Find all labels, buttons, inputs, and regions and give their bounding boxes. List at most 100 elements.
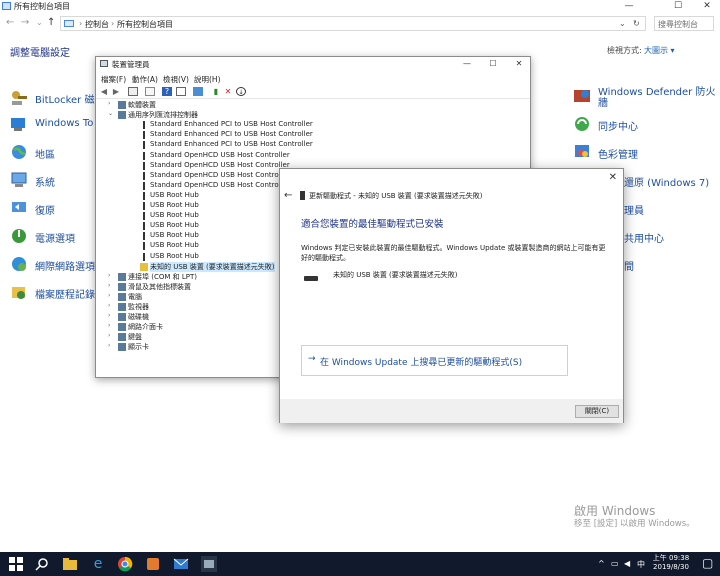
breadcrumb-all-items[interactable]: 所有控制台項目 xyxy=(117,19,173,30)
forward-arrow-icon[interactable]: → xyxy=(21,17,29,28)
usb-device-icon xyxy=(300,191,305,200)
device-manager-titlebar: 裝置管理員 — ☐ ✕ xyxy=(96,57,530,71)
mail-icon[interactable] xyxy=(173,556,189,572)
usb-icon xyxy=(140,232,148,241)
properties-icon[interactable] xyxy=(128,87,138,96)
ime-icon[interactable]: 中 xyxy=(637,559,645,570)
firewall-icon xyxy=(574,90,590,102)
forward-icon[interactable]: ▶ xyxy=(111,87,121,96)
tree-item-label: Standard OpenHCD USB Host Controller xyxy=(150,150,290,159)
search-input[interactable]: 搜尋控制台 xyxy=(654,16,714,31)
back-icon[interactable]: ◀ xyxy=(99,87,109,96)
tree-expander-icon[interactable]: › xyxy=(108,312,116,319)
tree-item-label: 通用序列匯流排控制器 xyxy=(128,111,198,120)
menu-bar: 檔案(F) 動作(A) 檢視(V) 說明(H) xyxy=(96,73,530,85)
address-bar-row: ← → ⌄ ↑ › 控制台 › 所有控制台項目 ⌄ ↻ 搜尋控制台 xyxy=(0,13,720,33)
dialog-header: 更新驅動程式 - 未知的 USB 裝置 (要求裝置描述元失敗) xyxy=(309,192,483,200)
app-icon[interactable] xyxy=(145,556,161,572)
dm-maximize-button[interactable]: ☐ xyxy=(480,57,506,70)
menu-action[interactable]: 動作(A) xyxy=(132,74,158,85)
device-manager-taskbar-icon[interactable] xyxy=(201,556,217,572)
tree-item-label: 滑鼠及其他指標裝置 xyxy=(128,282,191,291)
close-button[interactable]: 關閉(C) xyxy=(575,405,619,418)
usb-icon xyxy=(140,262,148,271)
search-icon[interactable] xyxy=(34,556,50,572)
tree-item-label: 連接埠 (COM 和 LPT) xyxy=(128,272,197,281)
clock[interactable]: 上午 09:38 2019/8/30 xyxy=(651,554,691,572)
recent-chevron-icon[interactable]: ⌄ xyxy=(36,18,43,27)
usb-icon xyxy=(140,242,148,251)
tree-expander-icon[interactable]: › xyxy=(108,332,116,339)
file-explorer-icon[interactable] xyxy=(62,556,78,572)
control-panel-icon xyxy=(2,2,11,10)
recovery-icon xyxy=(12,202,26,212)
address-dropdown-icon[interactable]: ⌄ xyxy=(619,19,626,28)
menu-file[interactable]: 檔案(F) xyxy=(101,74,126,85)
view-by-label: 檢視方式: xyxy=(607,46,642,55)
breadcrumb-control-panel[interactable]: 控制台 xyxy=(85,19,109,30)
dialog-back-arrow-icon[interactable]: ← xyxy=(284,190,292,201)
usb-icon xyxy=(140,252,148,261)
dialog-close-icon[interactable]: ✕ xyxy=(609,172,617,183)
usb-icon xyxy=(140,222,148,231)
refresh-icon[interactable]: ↻ xyxy=(633,19,640,28)
tree-expander-icon[interactable]: › xyxy=(108,282,116,289)
dm-minimize-button[interactable]: — xyxy=(454,57,480,70)
address-box[interactable]: › 控制台 › 所有控制台項目 ⌄ ↻ xyxy=(60,16,646,31)
update-driver-icon[interactable] xyxy=(176,87,186,96)
device-manager-title: 裝置管理員 xyxy=(112,60,150,69)
back-arrow-icon[interactable]: ← xyxy=(6,17,14,28)
volume-icon[interactable]: ◀ xyxy=(624,559,630,568)
device-category-icon xyxy=(118,292,126,301)
arrow-right-icon: → xyxy=(308,354,316,364)
device-category-icon xyxy=(118,343,126,352)
windows-start-icon[interactable] xyxy=(8,556,24,572)
view-by-dropdown[interactable]: 大圖示 ▾ xyxy=(644,45,675,56)
device-category-icon xyxy=(118,272,126,281)
maximize-button[interactable]: ☐ xyxy=(665,0,691,13)
network-icon[interactable]: ▭ xyxy=(611,559,619,568)
close-button[interactable]: ✕ xyxy=(694,0,720,13)
uninstall-icon[interactable]: ✕ xyxy=(223,87,233,96)
dialog-result-title: 適合您裝置的最佳驅動程式已安裝 xyxy=(301,219,444,230)
menu-view[interactable]: 檢視(V) xyxy=(163,74,189,85)
tree-item-label: 未知的 USB 裝置 (要求裝置描述元失敗) xyxy=(150,261,275,272)
tree-expander-icon[interactable]: › xyxy=(108,302,116,309)
minimize-button[interactable]: — xyxy=(616,0,642,13)
clock-time: 上午 09:38 xyxy=(652,554,690,562)
tree-expander-icon[interactable]: › xyxy=(108,100,116,107)
tree-expander-icon[interactable]: ⌄ xyxy=(108,110,116,117)
up-arrow-icon[interactable]: ↑ xyxy=(47,17,55,28)
tree-item-label: USB Root Hub xyxy=(150,201,199,209)
usb-plug-icon xyxy=(304,276,318,281)
help-icon[interactable]: ? xyxy=(162,87,172,96)
usb-icon xyxy=(140,171,148,180)
tree-item-label: 磁碟機 xyxy=(128,313,149,322)
edge-icon[interactable]: e xyxy=(90,556,106,572)
activation-watermark-subtitle: 移至 [設定] 以啟用 Windows。 xyxy=(574,519,695,529)
notification-icon[interactable]: ▢ xyxy=(702,556,713,570)
tree-item-label: Standard OpenHCD USB Host Controller xyxy=(150,160,290,169)
taskbar: e ^ ▭ ◀ 中 上午 09:38 2019/8/30 ▢ xyxy=(0,552,720,576)
tree-expander-icon[interactable]: › xyxy=(108,292,116,299)
dm-close-button[interactable]: ✕ xyxy=(506,57,532,70)
clock-date: 2019/8/30 xyxy=(653,563,689,571)
tree-item-label: USB Root Hub xyxy=(150,231,199,240)
power-icon xyxy=(12,229,26,243)
globe-icon xyxy=(12,145,26,159)
tree-expander-icon[interactable]: › xyxy=(108,342,116,349)
chrome-icon[interactable] xyxy=(117,556,133,572)
scan-hardware-icon[interactable] xyxy=(193,87,203,96)
disable-icon[interactable]: ↓ xyxy=(236,87,246,96)
menu-help[interactable]: 說明(H) xyxy=(194,74,221,85)
tree-expander-icon[interactable]: › xyxy=(108,272,116,279)
show-hide-icon[interactable] xyxy=(145,87,155,96)
usb-icon xyxy=(140,212,148,221)
tree-expander-icon[interactable]: › xyxy=(108,322,116,329)
device-category-icon xyxy=(118,282,126,291)
dialog-footer: 關閉(C) xyxy=(280,399,623,423)
tree-item-label: Standard Enhanced PCI to USB Host Contro… xyxy=(150,120,313,129)
add-driver-icon[interactable]: ▮ xyxy=(211,87,221,96)
windows-update-search-link[interactable]: → 在 Windows Update 上搜尋已更新的驅動程式(S) xyxy=(301,345,568,376)
tray-chevron-icon[interactable]: ^ xyxy=(598,559,605,568)
